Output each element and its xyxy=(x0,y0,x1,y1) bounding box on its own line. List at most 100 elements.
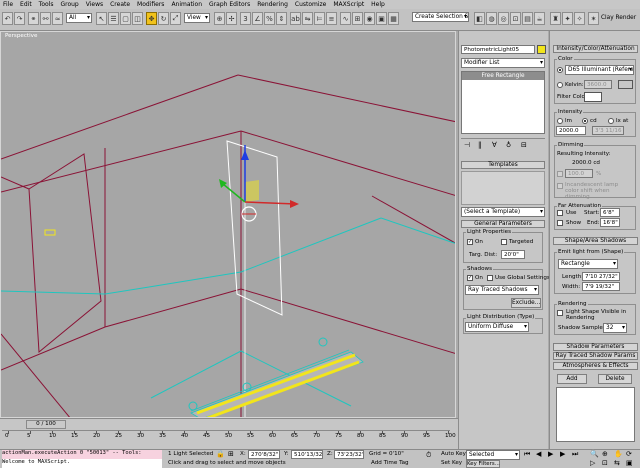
ray-traced-shadow-params-header[interactable]: Ray Traced Shadow Params xyxy=(553,352,638,360)
length-field[interactable]: 7'10 27/32" xyxy=(582,272,620,281)
zoom-extents-icon[interactable]: ⊡ xyxy=(602,459,608,467)
menu-item-views[interactable]: Views xyxy=(86,1,103,8)
render-setup-2-icon[interactable]: ⊡ xyxy=(510,12,521,25)
selection-region-icon[interactable]: ▢ xyxy=(120,12,131,25)
z-coordinate-field[interactable]: 73'23/32" xyxy=(334,450,364,459)
general-parameters-header[interactable]: General Parameters xyxy=(461,220,545,228)
configure-modifier-sets-icon[interactable]: ⊟ xyxy=(521,141,527,149)
scene-canvas[interactable] xyxy=(1,32,456,418)
menu-item-tools[interactable]: Tools xyxy=(39,1,54,8)
select-by-name-icon[interactable]: ☰ xyxy=(108,12,119,25)
zoom-icon[interactable]: 🔍 xyxy=(590,450,599,458)
shape-area-shadows-header[interactable]: Shape/Area Shadows xyxy=(553,237,638,245)
pan-icon[interactable]: ✋ xyxy=(614,450,623,458)
filter-color-swatch[interactable] xyxy=(584,92,602,102)
lx-distance-field[interactable]: 3'3 11/16 xyxy=(592,126,624,135)
graphite-tools-icon[interactable]: ◧ xyxy=(474,12,485,25)
layer-manager-icon[interactable]: ≡ xyxy=(326,12,337,25)
time-configuration-icon[interactable]: ⏱ xyxy=(426,451,431,460)
menu-item-create[interactable]: Create xyxy=(110,1,130,8)
light-shape-visible-checkbox[interactable] xyxy=(557,310,563,316)
play-icon[interactable]: ▶ xyxy=(548,450,553,458)
set-key-button[interactable]: Set Key xyxy=(441,460,462,466)
modifier-list-dropdown[interactable]: Modifier List xyxy=(461,58,545,68)
menu-item-maxscript[interactable]: MAXScript xyxy=(333,1,364,8)
material-browser-icon[interactable]: ◎ xyxy=(498,12,509,25)
absolute-mode-icon[interactable]: ⊞ xyxy=(228,450,234,458)
far-end-field[interactable]: 16'8" xyxy=(600,218,620,227)
shadows-on-checkbox[interactable]: ✓ xyxy=(467,275,473,281)
schematic-view-icon[interactable]: ⊞ xyxy=(352,12,363,25)
y-coordinate-field[interactable]: 510'13/32 xyxy=(291,450,323,459)
reference-coordinate-dropdown[interactable]: View xyxy=(184,13,210,23)
maximize-viewport-icon[interactable]: ▣ xyxy=(626,459,633,467)
select-and-rotate-icon[interactable]: ↻ xyxy=(158,12,169,25)
menu-item-graph-editors[interactable]: Graph Editors xyxy=(209,1,250,8)
x-coordinate-field[interactable]: 270'8/32" xyxy=(248,450,280,459)
orbit-icon[interactable]: ⟳ xyxy=(626,450,632,458)
quick-render-icon[interactable]: ☕ xyxy=(534,12,545,25)
render-production-icon[interactable]: ♜ xyxy=(550,12,561,25)
render-setup-icon[interactable]: ▣ xyxy=(376,12,387,25)
menu-item-group[interactable]: Group xyxy=(60,1,78,8)
snaps-toggle-icon[interactable]: 3 xyxy=(240,12,251,25)
select-and-move-icon[interactable]: ✥ xyxy=(146,12,157,25)
zoom-all-icon[interactable]: ⊕ xyxy=(602,450,608,458)
far-use-checkbox[interactable] xyxy=(557,210,563,216)
menu-item-modifiers[interactable]: Modifiers xyxy=(137,1,164,8)
percent-snap-icon[interactable]: % xyxy=(264,12,275,25)
trackbar[interactable]: 0 5 10 15 20 25 30 35 40 45 50 55 60 65 70 75 80 85 90 95 10… xyxy=(2,430,456,439)
angle-snap-icon[interactable]: ∠ xyxy=(252,12,263,25)
make-unique-icon[interactable]: ∀ xyxy=(492,141,497,149)
select-object-icon[interactable]: ↖ xyxy=(96,12,107,25)
modifier-stack[interactable]: Free Rectangle xyxy=(461,71,545,134)
menu-item-rendering[interactable]: Rendering xyxy=(257,1,288,8)
previous-frame-icon[interactable]: ◀ xyxy=(536,450,541,458)
named-selection-set-dropdown[interactable]: Create Selection Set xyxy=(412,12,469,22)
shadow-parameters-header[interactable]: Shadow Parameters xyxy=(553,343,638,351)
selection-filter-dropdown[interactable]: All xyxy=(66,13,92,23)
field-of-view-icon[interactable]: ▷ xyxy=(590,459,595,467)
templates-rollout-header[interactable]: Templates xyxy=(461,161,545,169)
exclude-button[interactable]: Exclude... xyxy=(511,298,541,308)
maxscript-listener-input[interactable]: Welcome to MAXScript. xyxy=(2,459,162,468)
shadow-samples-dropdown[interactable]: 32 xyxy=(603,323,627,333)
next-frame-icon[interactable]: ▶ xyxy=(560,450,565,458)
select-and-scale-icon[interactable]: ⤢ xyxy=(170,12,181,25)
clay-render-icon[interactable]: ✶ xyxy=(588,12,599,25)
render-iterative-icon[interactable]: ✦ xyxy=(562,12,573,25)
dimming-percent-field[interactable]: 100.0 xyxy=(565,169,593,178)
curve-editor-icon[interactable]: ∿ xyxy=(340,12,351,25)
menu-item-help[interactable]: Help xyxy=(371,1,385,8)
manipulate-icon[interactable]: ✢ xyxy=(226,12,237,25)
kelvin-radio[interactable] xyxy=(557,82,563,88)
maxscript-listener-output[interactable]: actionMan.executeAction 0 "50013" -- Too… xyxy=(2,450,162,459)
emit-shape-dropdown[interactable]: Rectangle xyxy=(558,259,618,269)
object-name-field[interactable]: PhotometricLight05 xyxy=(461,45,535,54)
spinner-snap-icon[interactable]: ⇕ xyxy=(276,12,287,25)
targeted-checkbox[interactable] xyxy=(501,239,507,245)
far-show-checkbox[interactable] xyxy=(557,220,563,226)
mirror-icon[interactable]: ⇋ xyxy=(302,12,313,25)
add-time-tag[interactable]: Add Time Tag xyxy=(371,460,409,466)
incandescent-checkbox[interactable] xyxy=(557,183,563,189)
effects-list[interactable] xyxy=(556,387,635,442)
kelvin-color-swatch[interactable] xyxy=(618,80,633,89)
time-slider[interactable]: 0 / 100 xyxy=(26,420,66,429)
intensity-field[interactable]: 2000.0 xyxy=(556,126,586,135)
key-filters-button[interactable]: Key Filters... xyxy=(466,460,500,468)
walk-through-icon[interactable]: ⇆ xyxy=(614,459,620,467)
cd-radio[interactable] xyxy=(582,118,588,124)
bind-space-warp-icon[interactable]: ≈ xyxy=(52,12,63,25)
rendered-frame-window-icon[interactable]: ▤ xyxy=(522,12,533,25)
color-preset-dropdown[interactable]: D65 Illuminant (Refere xyxy=(565,65,634,75)
lm-radio[interactable] xyxy=(557,118,563,124)
material-editor-icon[interactable]: ◉ xyxy=(364,12,375,25)
lx-radio[interactable] xyxy=(608,118,614,124)
dimming-checkbox[interactable] xyxy=(557,171,563,177)
window-crossing-icon[interactable]: ◫ xyxy=(132,12,143,25)
targ-dist-field[interactable]: 20'0" xyxy=(501,250,525,259)
auto-key-button[interactable]: Auto Key xyxy=(441,451,466,457)
intensity-color-attenuation-header[interactable]: Intensity/Color/Attenuation xyxy=(553,45,638,53)
remove-modifier-icon[interactable]: ♁ xyxy=(506,141,511,149)
